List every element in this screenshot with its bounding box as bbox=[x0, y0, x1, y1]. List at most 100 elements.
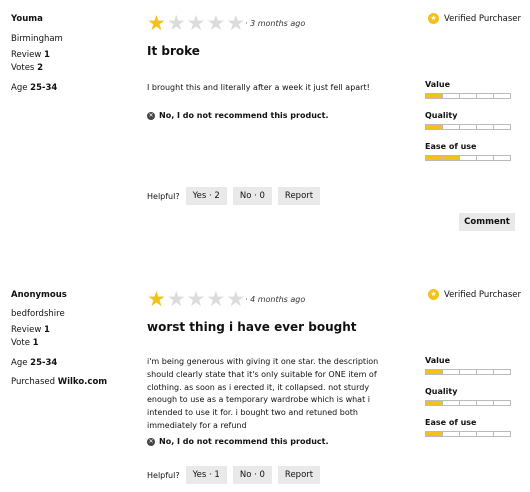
rating-bar-segment bbox=[443, 401, 460, 405]
rating-bar-segment bbox=[460, 401, 477, 405]
rating-bar bbox=[425, 431, 511, 437]
verified-star-icon: ★ bbox=[428, 13, 439, 24]
sub-rating-value: Value bbox=[425, 80, 513, 99]
x-circle-icon: ✕ bbox=[147, 437, 155, 446]
review-time-ago: · 4 months ago bbox=[245, 295, 306, 304]
review-title: It broke bbox=[147, 44, 200, 58]
rating-bar-segment bbox=[477, 401, 494, 405]
rating-bar-segment bbox=[477, 125, 494, 129]
reviewer-review-count: Review 1 bbox=[11, 325, 50, 335]
x-circle-icon: ✕ bbox=[147, 111, 155, 120]
rating-bar-segment bbox=[494, 432, 510, 436]
review-body: i'm being generous with giving it one st… bbox=[147, 357, 379, 430]
helpful-label: Helpful? bbox=[147, 191, 180, 201]
star-empty-icon: ★ bbox=[166, 287, 186, 311]
helpful-yes-button[interactable]: Yes · 2 bbox=[185, 187, 227, 205]
rating-bar-segment bbox=[426, 156, 443, 160]
rating-bar-segment bbox=[494, 94, 510, 98]
rating-bar-segment bbox=[494, 156, 510, 160]
sub-rating-ease-of-use: Ease of use bbox=[425, 418, 513, 437]
report-button[interactable]: Report bbox=[277, 466, 321, 484]
rating-bar-segment bbox=[426, 370, 443, 374]
sub-rating-value: Value bbox=[425, 356, 513, 375]
sub-rating-label: Ease of use bbox=[425, 418, 477, 427]
rating-bar-segment bbox=[426, 401, 443, 405]
rating-bar-segment bbox=[460, 432, 477, 436]
recommendation-text: No, I do not recommend this product. bbox=[159, 111, 329, 120]
reviewer-location: Birmingham bbox=[11, 34, 63, 44]
sub-rating-label: Value bbox=[425, 356, 451, 365]
sub-rating-quality: Quality bbox=[425, 111, 513, 130]
reviewer-age: Age 25-34 bbox=[11, 83, 58, 93]
verified-label: Verified Purchaser bbox=[444, 13, 522, 24]
star-filled-icon: ★ bbox=[147, 11, 166, 35]
recommendation-text: No, I do not recommend this product. bbox=[159, 437, 329, 446]
rating-bar bbox=[425, 400, 511, 406]
verified-purchaser-badge: ★ Verified Purchaser bbox=[428, 289, 521, 300]
rating-bar-segment bbox=[477, 370, 494, 374]
rating-bar-segment bbox=[477, 432, 494, 436]
rating-bar-segment bbox=[426, 94, 443, 98]
rating-bar-segment bbox=[477, 156, 494, 160]
reviewer-location: bedfordshire bbox=[11, 309, 65, 319]
star-empty-icon: ★ bbox=[186, 287, 206, 311]
reviewer-purchased: Purchased Wilko.com bbox=[11, 377, 108, 387]
rating-bar-segment bbox=[494, 370, 510, 374]
rating-bar-segment bbox=[460, 156, 477, 160]
rating-bar-segment bbox=[443, 370, 460, 374]
verified-star-icon: ★ bbox=[428, 289, 439, 300]
sub-rating-ease-of-use: Ease of use bbox=[425, 142, 513, 161]
rating-bar bbox=[425, 93, 511, 99]
star-filled-icon: ★ bbox=[147, 287, 166, 311]
helpful-votes: Helpful? Yes · 1 No · 0 Report bbox=[147, 466, 321, 484]
sub-rating-label: Value bbox=[425, 80, 451, 89]
rating-bar-segment bbox=[426, 432, 443, 436]
rating-bar-segment bbox=[443, 432, 460, 436]
reviewer-name[interactable]: Youma bbox=[11, 14, 43, 24]
rating-bar bbox=[425, 124, 511, 130]
sub-rating-label: Quality bbox=[425, 387, 458, 396]
verified-label: Verified Purchaser bbox=[444, 289, 522, 300]
review-title: worst thing i have ever bought bbox=[147, 320, 357, 334]
sub-rating-quality: Quality bbox=[425, 387, 513, 406]
review-body: I brought this and literally after a wee… bbox=[147, 83, 370, 92]
recommendation: ✕ No, I do not recommend this product. bbox=[147, 111, 329, 120]
report-button[interactable]: Report bbox=[277, 187, 321, 205]
review-time-ago: · 3 months ago bbox=[245, 19, 306, 28]
rating-bar-segment bbox=[443, 156, 460, 160]
star-empty-icon: ★ bbox=[206, 11, 226, 35]
rating-bar bbox=[425, 155, 511, 161]
helpful-votes: Helpful? Yes · 2 No · 0 Report bbox=[147, 187, 321, 205]
rating-bar bbox=[425, 369, 511, 375]
rating-bar-segment bbox=[443, 94, 460, 98]
helpful-no-button[interactable]: No · 0 bbox=[232, 187, 272, 205]
sub-rating-label: Ease of use bbox=[425, 142, 477, 151]
star-empty-icon: ★ bbox=[226, 11, 246, 35]
comment-button[interactable]: Comment bbox=[459, 213, 515, 231]
reviewer-age: Age 25-34 bbox=[11, 358, 58, 368]
reviewer-review-count: Review 1 bbox=[11, 50, 50, 60]
reviewer-votes: Vote 1 bbox=[11, 338, 39, 348]
star-empty-icon: ★ bbox=[166, 11, 186, 35]
rating-bar-segment bbox=[477, 94, 494, 98]
rating-bar-segment bbox=[443, 125, 460, 129]
recommendation: ✕ No, I do not recommend this product. bbox=[147, 437, 329, 446]
helpful-no-button[interactable]: No · 0 bbox=[232, 466, 272, 484]
rating-bar-segment bbox=[460, 94, 477, 98]
helpful-yes-button[interactable]: Yes · 1 bbox=[185, 466, 227, 484]
reviewer-name[interactable]: Anonymous bbox=[11, 290, 67, 300]
reviewer-votes: Votes 2 bbox=[11, 63, 43, 73]
star-empty-icon: ★ bbox=[186, 11, 206, 35]
sub-rating-label: Quality bbox=[425, 111, 458, 120]
rating-bar-segment bbox=[426, 125, 443, 129]
rating-bar-segment bbox=[460, 125, 477, 129]
helpful-label: Helpful? bbox=[147, 470, 180, 480]
star-empty-icon: ★ bbox=[206, 287, 226, 311]
verified-purchaser-badge: ★ Verified Purchaser bbox=[428, 13, 521, 24]
rating-bar-segment bbox=[494, 401, 510, 405]
star-rating: ★ ★ ★ ★ ★ bbox=[147, 11, 246, 35]
rating-bar-segment bbox=[494, 125, 510, 129]
review-card: Youma Birmingham Review 1 Votes 2 Age 25… bbox=[0, 0, 530, 276]
star-rating: ★ ★ ★ ★ ★ bbox=[147, 287, 245, 311]
rating-bar-segment bbox=[460, 370, 477, 374]
